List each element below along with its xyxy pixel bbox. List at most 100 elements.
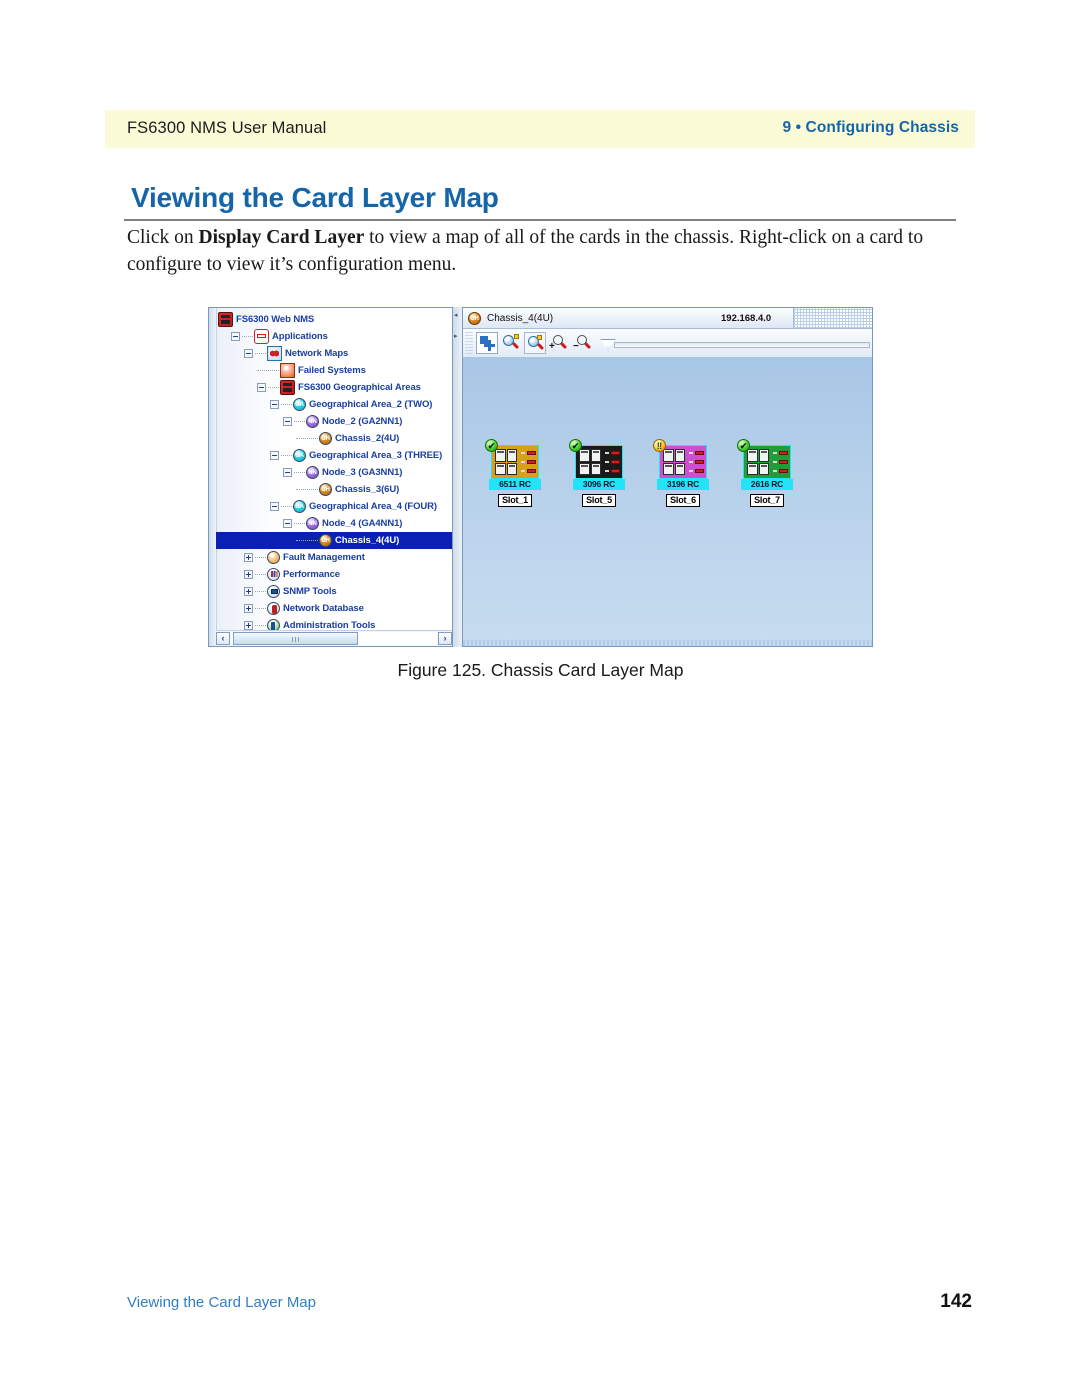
scroll-right-icon[interactable]: › <box>438 632 452 645</box>
panel-splitter[interactable]: ◂ ▸ <box>453 307 462 647</box>
collapse-icon[interactable] <box>244 349 253 358</box>
card-node[interactable]: ✔ 2616 RC Slot_7 <box>737 439 793 508</box>
tree-item-label: Chassis_4(4U) <box>335 535 400 546</box>
card-faceplate[interactable] <box>575 445 623 479</box>
tree-connector <box>257 369 279 372</box>
card-leds <box>526 447 537 477</box>
card-mid-strip <box>519 447 526 477</box>
tree-item-label: Geographical Area_3 (THREE) <box>309 450 443 461</box>
tree-item-label: Chassis_3(6U) <box>335 484 400 495</box>
expand-icon[interactable] <box>244 604 253 613</box>
title-divider <box>124 219 956 221</box>
select-tool-icon[interactable] <box>476 332 498 354</box>
card-node[interactable]: ✔ 3096 RC Slot_5 <box>569 439 625 508</box>
collapse-icon[interactable] <box>283 417 292 426</box>
tree-item-label: FS6300 Web NMS <box>236 314 315 325</box>
tree-item-geographical-area-4-four[interactable]: GA Geographical Area_4 (FOUR) <box>216 498 452 515</box>
card-faceplate[interactable] <box>743 445 791 479</box>
zoom-selection-tool-icon[interactable] <box>524 332 546 354</box>
card-ports <box>661 447 687 477</box>
node-icon: NN <box>306 517 319 530</box>
geographical-area-icon: GA <box>293 449 306 462</box>
zoom-in-tool-icon[interactable]: + <box>548 332 570 354</box>
card-name-label: 2616 RC <box>741 479 793 490</box>
tree-item-geographical-area-2-two[interactable]: GA Geographical Area_2 (TWO) <box>216 396 452 413</box>
applications-icon <box>254 329 269 344</box>
tree-item-performance[interactable]: Performance <box>216 566 452 583</box>
card-faceplate[interactable] <box>659 445 707 479</box>
collapse-icon[interactable] <box>283 519 292 528</box>
card-port <box>495 462 506 475</box>
tree-item-label: Node_2 (GA2NN1) <box>322 416 403 427</box>
tree-item-network-database[interactable]: Network Database <box>216 600 452 617</box>
card-port <box>579 462 590 475</box>
toolbar-grip-handle[interactable] <box>465 332 473 354</box>
zoom-fit-tool-icon[interactable] <box>500 332 522 354</box>
scrollbar-track[interactable] <box>231 632 437 645</box>
tree-item-node-4-ga4nn1[interactable]: NN Node_4 (GA4NN1) <box>216 515 452 532</box>
collapse-icon[interactable] <box>283 468 292 477</box>
tree-connector <box>294 420 305 423</box>
paragraph-emphasis: Display Card Layer <box>198 227 365 248</box>
zoom-out-tool-icon[interactable]: − <box>572 332 594 354</box>
node-icon: NN <box>306 466 319 479</box>
tree-item-fault-management[interactable]: Fault Management <box>216 549 452 566</box>
body-paragraph: Click on Display Card Layer to view a ma… <box>127 224 959 278</box>
card-faceplate-detail <box>577 447 621 477</box>
tree-item-applications[interactable]: Applications <box>216 328 452 345</box>
expand-icon[interactable] <box>244 553 253 562</box>
zoom-slider[interactable] <box>600 338 870 352</box>
zoom-selection-flag <box>537 335 542 340</box>
collapse-icon[interactable] <box>257 383 266 392</box>
splitter-expand-icon[interactable]: ▸ <box>454 333 460 341</box>
tree-item-fs6300-web-nms[interactable]: FS6300 Web NMS <box>216 311 452 328</box>
tree-item-node-3-ga3nn1[interactable]: NN Node_3 (GA3NN1) <box>216 464 452 481</box>
map-ip-address: 192.168.4.0 <box>721 312 772 324</box>
collapse-icon[interactable] <box>270 502 279 511</box>
card-slot-label: Slot_6 <box>666 494 700 507</box>
figure-screenshot: FS6300 Web NMS Applications Network Maps Fa… <box>208 307 873 647</box>
chassis-icon: CH <box>319 483 332 496</box>
card-node[interactable]: ‼ 3196 RC Slot_6 <box>653 439 709 508</box>
tree-item-label: Chassis_2(4U) <box>335 433 400 444</box>
card-faceplate-detail <box>745 447 789 477</box>
tree-item-node-2-ga2nn1[interactable]: NN Node_2 (GA2NN1) <box>216 413 452 430</box>
navigation-tree-panel[interactable]: FS6300 Web NMS Applications Network Maps Fa… <box>208 307 453 647</box>
tree-item-snmp-tools[interactable]: SNMP Tools <box>216 583 452 600</box>
card-port <box>747 462 758 475</box>
tree-item-chassis-2-4u[interactable]: CH Chassis_2(4U) <box>216 430 452 447</box>
tree-connector <box>242 335 253 338</box>
card-faceplate[interactable] <box>491 445 539 479</box>
snmp-tools-icon <box>267 585 280 598</box>
tree-item-failed-systems[interactable]: Failed Systems <box>216 362 452 379</box>
page-number: 142 <box>940 1291 972 1312</box>
footer-section-label: Viewing the Card Layer Map <box>127 1294 316 1311</box>
chassis-icon: CH <box>468 311 481 325</box>
tree-horizontal-scrollbar[interactable]: ‹ › <box>216 630 452 646</box>
map-canvas[interactable]: ✔ 6511 RC Slot_1 ✔ 3096 RC Slot_5 ‼ 3196 RC Slot… <box>463 357 872 646</box>
scrollbar-thumb[interactable] <box>233 632 358 645</box>
tree-item-chassis-4-4u[interactable]: CH Chassis_4(4U) <box>216 532 452 549</box>
card-port <box>506 449 517 462</box>
tree-connector <box>281 505 292 508</box>
card-node[interactable]: ✔ 6511 RC Slot_1 <box>485 439 541 508</box>
tree-connector <box>296 539 318 542</box>
scroll-left-icon[interactable]: ‹ <box>216 632 230 645</box>
card-ports <box>493 447 519 477</box>
splitter-collapse-icon[interactable]: ◂ <box>454 312 460 320</box>
tree-item-geographical-area-3-three[interactable]: GA Geographical Area_3 (THREE) <box>216 447 452 464</box>
tree-item-fs6300-geographical-areas[interactable]: FS6300 Geographical Areas <box>216 379 452 396</box>
expand-icon[interactable] <box>244 570 253 579</box>
expand-icon[interactable] <box>244 621 253 630</box>
card-mid-strip <box>771 447 778 477</box>
tree-item-network-maps[interactable]: Network Maps <box>216 345 452 362</box>
collapse-icon[interactable] <box>231 332 240 341</box>
collapse-icon[interactable] <box>270 451 279 460</box>
tree-item-chassis-3-6u[interactable]: CH Chassis_3(6U) <box>216 481 452 498</box>
manual-title: FS6300 NMS User Manual <box>127 119 327 137</box>
zoom-slider-track[interactable] <box>614 341 870 348</box>
tree-item-administration-tools[interactable]: Administration Tools <box>216 617 452 630</box>
expand-icon[interactable] <box>244 587 253 596</box>
collapse-icon[interactable] <box>270 400 279 409</box>
card-slot-label: Slot_5 <box>582 494 616 507</box>
